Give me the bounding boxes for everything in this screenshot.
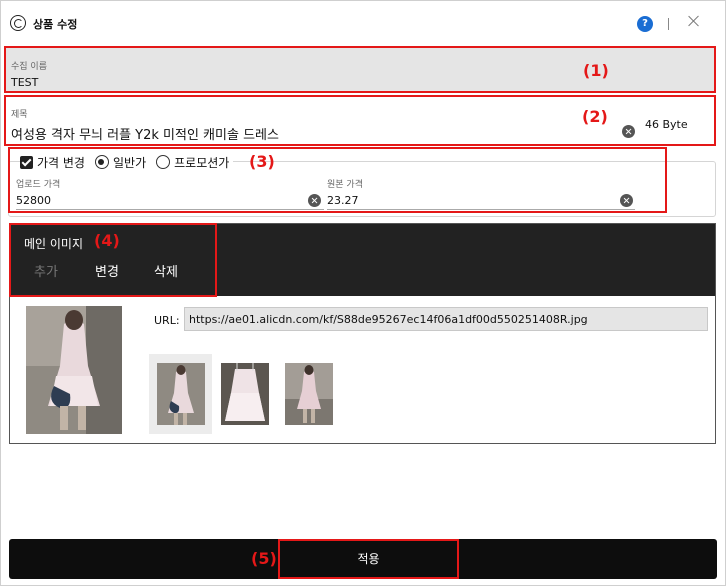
annotation-4: (4) <box>94 231 120 250</box>
clear-original-price-icon[interactable] <box>620 194 633 207</box>
clear-upload-price-icon[interactable] <box>308 194 321 207</box>
thumbnail-image-1[interactable] <box>157 363 205 425</box>
original-price-label: 원본 가격 <box>327 180 363 190</box>
price-options-row: 가격 변경 일반가 프로모션가 <box>20 154 234 170</box>
byte-count: 46 Byte <box>645 118 688 131</box>
url-field[interactable]: https://ae01.alicdn.com/kf/S88de95267ec1… <box>184 307 708 331</box>
thumbnail-image-2[interactable] <box>221 363 269 425</box>
title-separator <box>668 18 669 30</box>
annotation-1: (1) <box>583 61 609 80</box>
add-image-button[interactable]: 추가 <box>34 261 58 280</box>
annotation-5: (5) <box>251 549 277 568</box>
price-change-checkbox[interactable] <box>20 155 33 169</box>
window-title: 상품 수정 <box>33 18 78 31</box>
help-icon[interactable]: ? <box>637 16 653 32</box>
radio-promo-price[interactable] <box>156 155 171 169</box>
main-product-image <box>26 306 122 434</box>
promo-price-label: 프로모션가 <box>174 155 230 170</box>
collection-name-value: TEST <box>11 76 39 89</box>
change-image-button[interactable]: 변경 <box>95 261 119 280</box>
collection-name-label: 수집 이름 <box>11 62 47 72</box>
price-change-label: 가격 변경 <box>37 155 85 170</box>
delete-image-button[interactable]: 삭제 <box>154 261 178 280</box>
product-edit-window: 상품 수정 ? 수집 이름 TEST (1) 제목 여성용 격자 무늬 러플 Y… <box>0 0 726 586</box>
annotation-3: (3) <box>249 152 275 171</box>
upload-price-input[interactable]: 52800 <box>16 194 51 207</box>
original-price-input[interactable]: 23.27 <box>327 194 359 207</box>
radio-regular-price[interactable] <box>94 155 109 169</box>
apply-button[interactable]: 적용 <box>278 539 459 579</box>
thumbnail-image-3[interactable] <box>285 363 333 425</box>
thumbnail-slot-2[interactable] <box>213 354 276 434</box>
thumbnail-slot-3[interactable] <box>277 354 340 434</box>
upload-price-underline <box>16 209 324 210</box>
close-icon[interactable] <box>687 14 701 28</box>
original-price-underline <box>327 209 635 210</box>
product-title-label: 제목 <box>11 110 28 120</box>
product-title-field[interactable]: 제목 여성용 격자 무늬 러플 Y2k 미적인 캐미솔 드레스 46 Byte <box>4 95 716 146</box>
clear-title-icon[interactable] <box>622 125 635 138</box>
annotation-2: (2) <box>582 107 608 126</box>
upload-price-label: 업로드 가격 <box>16 180 61 190</box>
thumbnail-slot-1[interactable] <box>149 354 212 434</box>
collection-name-field: 수집 이름 TEST <box>4 46 716 93</box>
product-title-input[interactable]: 여성용 격자 무늬 러플 Y2k 미적인 캐미솔 드레스 <box>11 124 279 143</box>
title-bar: 상품 수정 ? <box>1 1 725 45</box>
main-image-title: 메인 이미지 <box>24 237 84 251</box>
price-section: 가격 변경 일반가 프로모션가 업로드 가격 52800 원본 가격 23.27 <box>8 147 667 213</box>
regular-price-label: 일반가 <box>112 155 147 170</box>
url-label: URL: <box>154 314 180 327</box>
app-logo-icon <box>10 15 26 31</box>
